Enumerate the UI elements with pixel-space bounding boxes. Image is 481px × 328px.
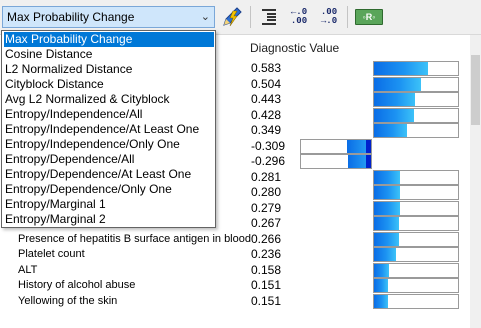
dropdown-option[interactable]: Cosine Distance (4, 47, 214, 62)
value-bar-fill (374, 264, 389, 277)
negative-bar-edge (366, 140, 371, 153)
value-bar-fill (374, 233, 399, 246)
value-bar-fill (374, 248, 396, 261)
row-label: Platelet count (18, 248, 85, 260)
increase-decimal-button[interactable]: .00 →.0 (316, 6, 342, 28)
decrease-decimal-button[interactable]: ←.0 .00 (286, 6, 312, 28)
value-bar (373, 232, 459, 247)
value-bar-fill (374, 295, 388, 308)
value-bar (373, 61, 459, 76)
pencil-lightning-button[interactable] (219, 6, 245, 28)
value-bar-fill (374, 109, 414, 122)
value-bar (373, 108, 459, 123)
value-bar (373, 247, 459, 262)
row-value: 0.267 (251, 216, 282, 230)
value-bar (373, 185, 459, 200)
negative-value-bar (300, 139, 372, 154)
row-value: 0.151 (251, 278, 282, 292)
metric-select[interactable]: Max Probability Change ⌄ (2, 6, 215, 28)
green-export-button[interactable]: ◦R◦ (354, 6, 384, 28)
value-bar (373, 216, 459, 231)
value-bar (373, 294, 459, 309)
value-bar (373, 278, 459, 293)
align-list-button[interactable] (258, 6, 280, 28)
dropdown-option[interactable]: Entropy/Marginal 2 (4, 212, 214, 227)
row-value: -0.296 (251, 154, 286, 168)
row-label: ALT (18, 264, 38, 276)
value-bar (373, 201, 459, 216)
row-value: 0.236 (251, 247, 282, 261)
row-value: 0.279 (251, 201, 282, 215)
increase-decimal-icon: .00 →.0 (321, 8, 337, 26)
value-bar (373, 170, 459, 185)
row-value: 0.266 (251, 232, 282, 246)
column-header-diagnostic-value[interactable]: Diagnostic Value (250, 41, 339, 55)
dropdown-option[interactable]: Entropy/Independence/At Least One (4, 122, 214, 137)
dropdown-option[interactable]: Entropy/Independence/Only One (4, 137, 214, 152)
value-bar (373, 92, 459, 107)
dropdown-option[interactable]: Avg L2 Normalized & Cityblock (4, 92, 214, 107)
green-export-icon: ◦R◦ (355, 9, 383, 25)
increase-decimal-bottom: →.0 (320, 16, 338, 26)
dropdown-option[interactable]: L2 Normalized Distance (4, 62, 214, 77)
row-label: Yellowing of the skin (18, 295, 118, 307)
dropdown-option[interactable]: Entropy/Dependence/Only One (4, 182, 214, 197)
value-bar-fill (374, 171, 400, 184)
row-value: 0.158 (251, 263, 282, 277)
scrollbar-thumb[interactable] (471, 55, 480, 125)
row-label: Presence of hepatitis B surface antigen … (18, 233, 251, 245)
metric-select-value: Max Probability Change (7, 10, 135, 24)
toolbar-separator (250, 6, 251, 28)
row-value: -0.309 (251, 139, 286, 153)
pencil-lightning-icon (223, 7, 242, 27)
dropdown-option[interactable]: Entropy/Dependence/All (4, 152, 214, 167)
decrease-decimal-bottom: .00 (290, 16, 308, 26)
toolbar-separator (347, 6, 348, 28)
dropdown-option[interactable]: Entropy/Independence/All (4, 107, 214, 122)
chevron-down-icon: ⌄ (200, 11, 210, 23)
negative-bar-edge (366, 155, 371, 168)
dropdown-option[interactable]: Entropy/Marginal 1 (4, 197, 214, 212)
row-value: 0.583 (251, 61, 282, 75)
value-bar-fill (374, 62, 428, 75)
align-list-icon (262, 9, 276, 25)
row-label: History of alcohol abuse (18, 279, 136, 291)
value-bar (373, 263, 459, 278)
row-value: 0.443 (251, 92, 282, 106)
metric-dropdown-list: Max Probability Change Cosine Distance L2 … (1, 30, 216, 228)
value-bar-fill (374, 202, 400, 215)
value-bar-fill (374, 279, 388, 292)
dropdown-option[interactable]: Entropy/Dependence/At Least One (4, 167, 214, 182)
value-bar-fill (374, 217, 399, 230)
value-bar-fill (374, 186, 400, 199)
dropdown-option[interactable]: Max Probability Change (4, 32, 214, 47)
row-value: 0.504 (251, 77, 282, 91)
value-bar (373, 77, 459, 92)
dropdown-option[interactable]: Cityblock Distance (4, 77, 214, 92)
decrease-decimal-icon: ←.0 .00 (291, 8, 307, 26)
row-value: 0.280 (251, 185, 282, 199)
negative-value-bar (300, 154, 372, 169)
row-value: 0.151 (251, 294, 282, 308)
value-bar-fill (374, 124, 407, 137)
row-value: 0.281 (251, 170, 282, 184)
value-bar-fill (374, 93, 415, 106)
row-value: 0.349 (251, 123, 282, 137)
value-bar (373, 123, 459, 138)
row-value: 0.428 (251, 108, 282, 122)
value-bar-fill (374, 78, 421, 91)
